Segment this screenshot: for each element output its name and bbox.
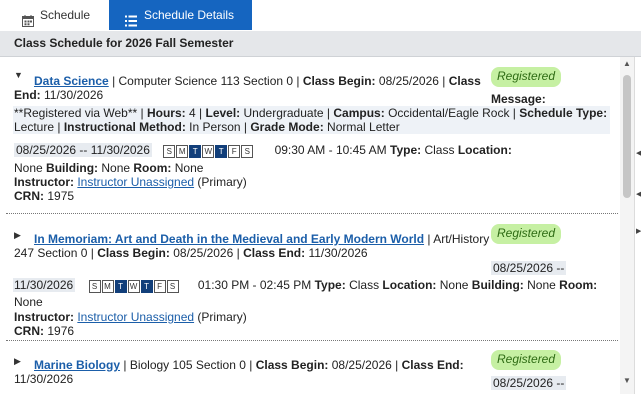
tab-schedule[interactable]: Schedule bbox=[8, 0, 108, 30]
course-item: ▼ Data Science | Computer Science 113 Se… bbox=[0, 57, 620, 214]
status-badge: Registered bbox=[491, 224, 562, 244]
message-label: Message: bbox=[491, 92, 546, 106]
instructor-link[interactable]: Instructor Unassigned bbox=[77, 310, 194, 324]
course-title-link[interactable]: Marine Biology bbox=[34, 358, 120, 372]
panel-arrow-icon[interactable]: ▶ bbox=[636, 227, 641, 235]
meeting-dates-start: 08/25/2026 -- bbox=[491, 376, 567, 390]
day-monday: M bbox=[101, 280, 114, 294]
class-begin-value: 08/25/2026 bbox=[378, 74, 439, 88]
course-descriptor: Biology 105 Section 0 bbox=[129, 358, 246, 372]
instructor-row: Instructor: Instructor Unassigned (Prima… bbox=[14, 310, 247, 324]
meeting-days: SMTWTFS bbox=[163, 143, 254, 159]
page-title: Class Schedule for 2026 Fall Semester bbox=[14, 36, 234, 50]
meeting-location-row: None Building: None Room: None bbox=[14, 161, 204, 175]
meeting-dates-start: 08/25/2026 -- bbox=[491, 261, 567, 275]
day-monday: M bbox=[176, 145, 189, 159]
meeting-dates-end: 11/30/2026 bbox=[13, 278, 76, 292]
course-item: ▶ In Memoriam: Art and Death in the Medi… bbox=[0, 214, 620, 340]
instructor-row: Instructor: Instructor Unassigned (Prima… bbox=[14, 175, 247, 189]
course-details-row-2: Lecture | Instructional Method: In Perso… bbox=[13, 120, 610, 134]
tab-schedule-label: Schedule bbox=[40, 8, 91, 22]
status-badge: Registered bbox=[491, 67, 562, 87]
vertical-scrollbar[interactable]: ▲ ▼ bbox=[620, 57, 634, 394]
course-item: ▶ Marine Biology | Biology 105 Section 0… bbox=[0, 341, 620, 394]
crn-value: 1976 bbox=[47, 324, 75, 338]
day-sunday: S bbox=[88, 280, 101, 294]
day-tuesday: T bbox=[114, 280, 127, 294]
day-saturday: S bbox=[241, 145, 254, 159]
scroll-up-arrow-icon[interactable]: ▲ bbox=[623, 59, 631, 68]
day-friday: F bbox=[153, 280, 166, 294]
message-value: **Registered via Web** bbox=[14, 106, 138, 120]
meeting-row: 08/25/2026 -- 11/30/2026 SMTWTFS 09:30 A… bbox=[14, 143, 512, 159]
crn-row: CRN: 1975 bbox=[14, 189, 75, 203]
day-thursday: T bbox=[140, 280, 153, 294]
meeting-time: 09:30 AM - 10:45 AM bbox=[274, 143, 387, 157]
day-wednesday: W bbox=[127, 280, 140, 294]
course-summary-row-2: 247 Section 0 | Class Begin: 08/25/2026 … bbox=[14, 246, 368, 260]
day-thursday: T bbox=[215, 145, 228, 159]
course-descriptor-part1: Art/History bbox=[433, 232, 490, 246]
schedule-details-list: ▼ Data Science | Computer Science 113 Se… bbox=[0, 57, 620, 394]
crn-value: 1975 bbox=[47, 189, 75, 203]
meeting-dates: 08/25/2026 -- 11/30/2026 bbox=[14, 143, 152, 157]
meeting-row: 11/30/2026 SMTWTFS 01:30 PM - 02:45 PM T… bbox=[13, 278, 598, 294]
course-details-row: **Registered via Web** | Hours: 4 | Leve… bbox=[13, 106, 610, 120]
day-saturday: S bbox=[166, 280, 179, 294]
course-title-link[interactable]: In Memoriam: Art and Death in the Mediev… bbox=[34, 232, 424, 246]
panel-arrow-icon[interactable]: ◀ bbox=[636, 149, 641, 157]
status-badge: Registered bbox=[491, 350, 562, 370]
meeting-days: SMTWTFS bbox=[88, 278, 180, 294]
day-friday: F bbox=[228, 145, 241, 159]
course-descriptor: Computer Science 113 Section 0 bbox=[118, 74, 294, 88]
course-descriptor-part2: 247 Section 0 bbox=[14, 246, 88, 260]
class-end-value: 11/30/2026 bbox=[44, 88, 104, 102]
panel-arrow-icon[interactable]: ◀ bbox=[636, 190, 641, 198]
day-wednesday: W bbox=[202, 145, 215, 159]
course-title-link[interactable]: Data Science bbox=[34, 74, 109, 88]
scrollbar-thumb[interactable] bbox=[623, 75, 631, 198]
meeting-room-row: None bbox=[14, 295, 43, 309]
schedule-header: Class Schedule for 2026 Fall Semester bbox=[0, 31, 641, 57]
side-panel-edge: ◀ ◀ ▶ bbox=[634, 57, 641, 394]
instructor-link[interactable]: Instructor Unassigned bbox=[77, 175, 194, 189]
day-sunday: S bbox=[163, 145, 176, 159]
scroll-down-arrow-icon[interactable]: ▼ bbox=[623, 376, 631, 385]
tab-schedule-details-label: Schedule Details bbox=[144, 8, 235, 22]
tab-schedule-details[interactable]: Schedule Details bbox=[109, 0, 252, 30]
meeting-time: 01:30 PM - 02:45 PM bbox=[197, 278, 312, 292]
crn-row: CRN: 1976 bbox=[14, 324, 75, 338]
day-tuesday: T bbox=[189, 145, 202, 159]
tab-bar: Schedule Schedule Details bbox=[0, 0, 641, 30]
